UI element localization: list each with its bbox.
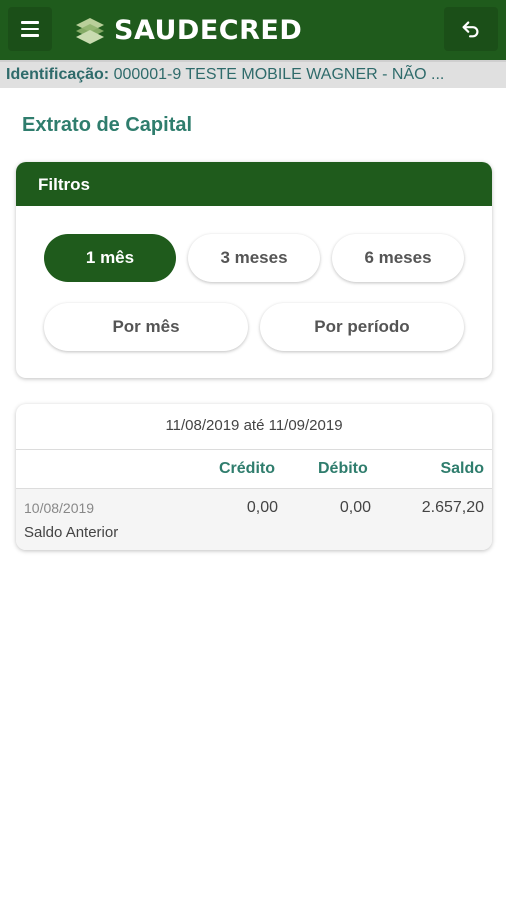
filters-title: Filtros — [16, 162, 492, 206]
column-balance: Saldo — [440, 460, 484, 477]
filter-by-period-button[interactable]: Por período — [260, 303, 464, 351]
row-balance: 2.657,20 — [421, 499, 484, 516]
row-debit: 0,00 — [339, 499, 371, 516]
date-range: 11/08/2019 até 11/09/2019 — [16, 404, 492, 450]
undo-arrow-icon — [462, 21, 479, 38]
row-description: Saldo Anterior — [24, 524, 119, 541]
row-credit: 0,00 — [246, 499, 278, 516]
identification-bar: Identificação: 000001-9 TESTE MOBILE WAG… — [0, 60, 506, 88]
identification-value: 000001-9 TESTE MOBILE WAGNER - NÃO ... — [113, 66, 445, 83]
back-button[interactable] — [444, 7, 498, 51]
hamburger-menu-icon — [21, 21, 39, 24]
filter-1-month-button[interactable]: 1 mês — [44, 234, 176, 282]
column-debit: Débito — [318, 460, 368, 477]
menu-button[interactable] — [8, 7, 52, 51]
saudecred-logo-icon — [76, 18, 104, 44]
table-row: 10/08/2019 Saldo Anterior 0,00 0,00 2.65… — [16, 489, 492, 550]
filter-by-month-button[interactable]: Por mês — [44, 303, 248, 351]
brand-name: SAUDECRED — [114, 14, 303, 46]
app-bar: SAUDECRED — [0, 0, 506, 60]
filter-3-months-button[interactable]: 3 meses — [188, 234, 320, 282]
page-title: Extrato de Capital — [22, 114, 193, 136]
table-header: Crédito Débito Saldo — [16, 450, 492, 489]
column-credit: Crédito — [219, 460, 275, 477]
filters-card: Filtros 1 mês 3 meses 6 meses Por mês Po… — [16, 162, 492, 378]
brand-logo: SAUDECRED — [72, 12, 302, 48]
statement-card: 11/08/2019 até 11/09/2019 Crédito Débito… — [16, 404, 492, 550]
filter-6-months-button[interactable]: 6 meses — [332, 234, 464, 282]
identification-label: Identificação: — [6, 66, 110, 83]
row-date: 10/08/2019 — [24, 500, 95, 516]
